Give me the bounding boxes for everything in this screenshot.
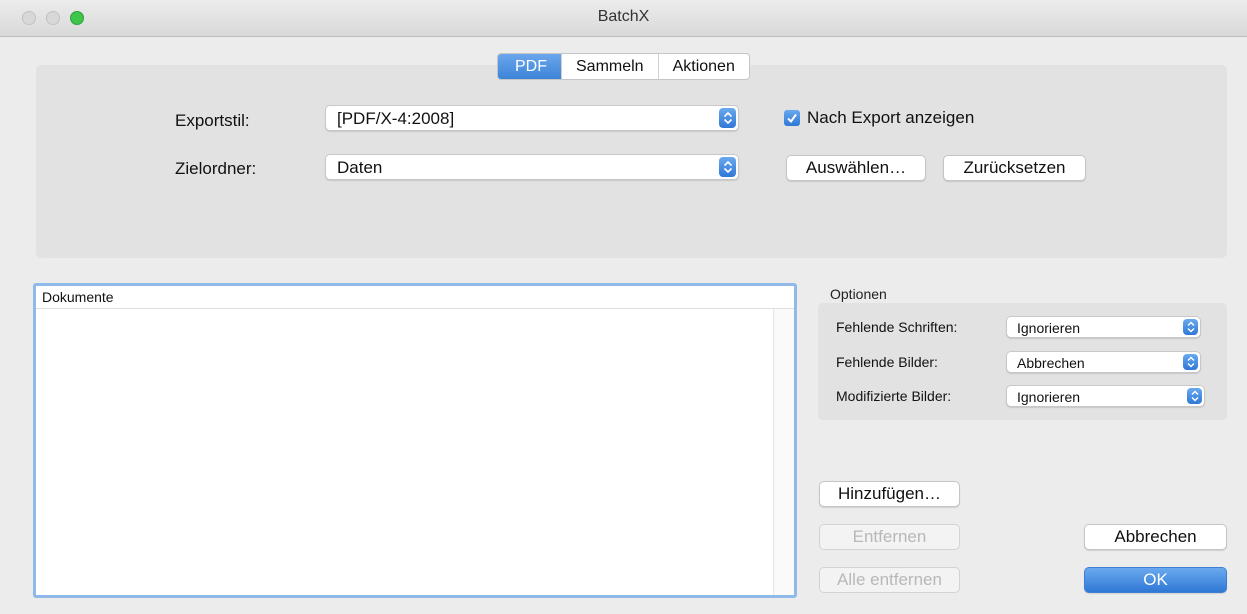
- documents-list[interactable]: Dokumente: [33, 283, 797, 598]
- missing-fonts-select[interactable]: Ignorieren: [1006, 316, 1201, 338]
- cancel-button[interactable]: Abbrechen: [1084, 524, 1227, 550]
- show-after-export-label[interactable]: Nach Export anzeigen: [807, 108, 974, 128]
- select-arrows-icon: [719, 157, 736, 177]
- ok-button[interactable]: OK: [1084, 567, 1227, 593]
- tab-aktionen[interactable]: Aktionen: [659, 54, 749, 79]
- target-folder-label: Zielordner:: [175, 159, 257, 178]
- remove-document-button[interactable]: Entfernen: [819, 524, 960, 550]
- choose-folder-button[interactable]: Auswählen…: [786, 155, 926, 181]
- remove-all-documents-button[interactable]: Alle entfernen: [819, 567, 960, 593]
- window-title: BatchX: [597, 8, 650, 25]
- missing-fonts-label: Fehlende Schriften:: [836, 319, 958, 335]
- reset-folder-button[interactable]: Zurücksetzen: [943, 155, 1086, 181]
- checkmark-icon: [787, 113, 797, 124]
- add-documents-button[interactable]: Hinzufügen…: [819, 481, 960, 507]
- select-arrows-icon: [1183, 354, 1198, 370]
- batchx-window: BatchX PDF Sammeln Aktionen Exportstil: …: [0, 0, 1247, 614]
- modified-images-label: Modifizierte Bilder:: [836, 388, 952, 404]
- modified-images-select[interactable]: Ignorieren: [1006, 385, 1205, 407]
- documents-scrollbar[interactable]: [773, 309, 794, 595]
- show-after-export-checkbox[interactable]: [784, 110, 800, 126]
- export-style-select[interactable]: [PDF/X-4:2008]: [325, 105, 739, 131]
- export-style-value: [PDF/X-4:2008]: [337, 109, 455, 128]
- tab-sammeln[interactable]: Sammeln: [562, 54, 659, 79]
- options-title: Optionen: [830, 286, 887, 302]
- target-folder-select[interactable]: Daten: [325, 154, 739, 180]
- missing-images-label: Fehlende Bilder:: [836, 354, 938, 370]
- modified-images-value: Ignorieren: [1017, 389, 1081, 405]
- select-arrows-icon: [1183, 319, 1198, 335]
- select-arrows-icon: [1187, 388, 1202, 404]
- tab-pdf[interactable]: PDF: [498, 54, 562, 79]
- missing-fonts-value: Ignorieren: [1017, 320, 1081, 336]
- title-bar: BatchX: [0, 0, 1247, 37]
- tab-bar: PDF Sammeln Aktionen: [497, 53, 750, 80]
- select-arrows-icon: [719, 108, 736, 128]
- missing-images-select[interactable]: Abbrechen: [1006, 351, 1201, 373]
- target-folder-value: Daten: [337, 158, 383, 177]
- documents-column-header[interactable]: Dokumente: [36, 286, 794, 309]
- missing-images-value: Abbrechen: [1017, 355, 1085, 371]
- export-style-label: Exportstil:: [175, 111, 250, 130]
